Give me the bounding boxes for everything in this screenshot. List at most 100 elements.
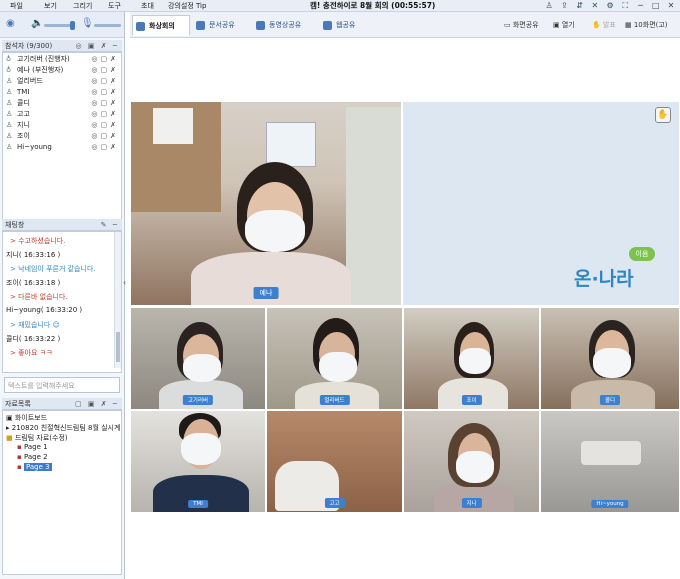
- participant-status-icons[interactable]: ◎▢✗: [91, 109, 119, 120]
- participant-row[interactable]: ♁ 예나 (부진행자) ◎▢✗: [3, 65, 121, 76]
- user-icon: ♙: [6, 143, 13, 151]
- menu-view[interactable]: 보기: [44, 1, 57, 11]
- menu-bar: 파일 보기 그리기 도구 초대 강의설정 Tip 캠! 충전하이로 8월 회의 …: [0, 0, 680, 12]
- user-icon: ♙: [6, 132, 13, 140]
- tree-item-folder[interactable]: ■ 드림팀 자료(수정): [6, 433, 68, 443]
- open-label: 열기: [561, 21, 575, 29]
- participant-status-icons[interactable]: ◎▢✗: [91, 131, 119, 142]
- participant-name: 고고: [17, 110, 30, 118]
- tree-item-whiteboard[interactable]: ▣ 화이트보드: [6, 413, 47, 423]
- participant-video[interactable]: Hi~young: [540, 410, 680, 513]
- calendar: [153, 108, 193, 144]
- screen-share-button[interactable]: ▭ 화면공유: [504, 20, 539, 30]
- menu-draw[interactable]: 그리기: [73, 1, 92, 11]
- brand-logo: 온·나라: [574, 268, 634, 290]
- speaker-icon[interactable]: 🔈: [31, 18, 43, 29]
- open-button[interactable]: ▣ 열기: [553, 20, 575, 30]
- hand-icon[interactable]: ✋: [655, 107, 671, 123]
- left-panel: ◉ 🔈 🎙 참석자 (9/300) ◎ ▣ ✗ ─ ♁ 고기러버 (진행자) ◎▢✗…: [0, 12, 125, 579]
- upload-icon[interactable]: ⇪: [559, 1, 569, 10]
- user-icon: ♙: [6, 110, 13, 118]
- face-mask: [456, 451, 494, 483]
- record-icon[interactable]: ⇵: [575, 1, 585, 10]
- video-scene: [267, 411, 402, 512]
- chat-message: > 다른바 없습니다.: [10, 293, 68, 301]
- chat-input[interactable]: 텍스트를 입력해주세요: [4, 377, 120, 393]
- participant-status-icons[interactable]: ◎▢✗: [91, 54, 119, 65]
- participant-status-icons[interactable]: ◎▢✗: [91, 98, 119, 109]
- tree-item-page[interactable]: ▪ Page 2: [17, 453, 48, 461]
- video-scene: [131, 102, 401, 305]
- tree-item-page[interactable]: ▪ Page 1: [17, 443, 48, 451]
- participant-status-icons[interactable]: ◎▢✗: [91, 76, 119, 87]
- materials-header-icons[interactable]: ▢ ▣ ✗ ─: [75, 398, 119, 410]
- chat-sender: 콜디( 16:33:22 ): [6, 335, 61, 343]
- maximize-icon[interactable]: □: [651, 1, 661, 10]
- participant-name: 지니: [17, 121, 30, 129]
- materials-header: 자료목록 ▢ ▣ ✗ ─: [2, 398, 122, 410]
- minimize-icon[interactable]: ─: [636, 1, 646, 10]
- chat-scrollbar[interactable]: [114, 232, 121, 368]
- participant-row[interactable]: ♁ 고기러버 (진행자) ◎▢✗: [3, 54, 121, 65]
- participant-status-icons[interactable]: ◎▢✗: [91, 142, 119, 153]
- video-name-tag: 지니: [461, 498, 482, 508]
- participant-row[interactable]: ♙ 얼리버드 ◎▢✗: [3, 76, 121, 87]
- raise-hand-button[interactable]: ✋ 발표: [592, 20, 616, 30]
- chat-log: > 수고하셨습니다. 지니( 16:33:16 ) > 낙네임이 푸른거 같습니…: [2, 231, 122, 373]
- video-scene: [131, 411, 265, 512]
- video-scene: [267, 308, 402, 409]
- video-name-tag: 고고: [324, 498, 345, 508]
- tab-web-share[interactable]: 웹공유: [320, 15, 368, 36]
- menu-lecture-tip[interactable]: 강의설정 Tip: [168, 1, 206, 11]
- participant-row[interactable]: ♙ Hi~young ◎▢✗: [3, 142, 121, 153]
- menu-tools[interactable]: 도구: [108, 1, 121, 11]
- tab-document-share[interactable]: 문서공유: [193, 15, 249, 36]
- mic-volume-slider[interactable]: [94, 24, 121, 27]
- tab-video-share[interactable]: 동영상공유: [253, 15, 316, 36]
- close-icon[interactable]: ✕: [666, 1, 676, 10]
- participant-status-icons[interactable]: ◎▢✗: [91, 120, 119, 131]
- participant-video[interactable]: 고고: [266, 410, 403, 513]
- camera-icon[interactable]: ◉: [6, 18, 15, 29]
- fullscreen-icon[interactable]: ⛶: [620, 1, 630, 11]
- participant-video[interactable]: 얼리버드: [266, 307, 403, 410]
- menu-invite[interactable]: 초대: [141, 1, 154, 11]
- collapse-panel-icon[interactable]: ‹: [123, 278, 126, 287]
- face-mask: [319, 352, 357, 382]
- web-icon: [323, 20, 332, 30]
- participant-row[interactable]: ♙ 조이 ◎▢✗: [3, 131, 121, 142]
- tools-icon[interactable]: ✕: [590, 1, 600, 10]
- video-scene: [404, 411, 539, 512]
- participant-video[interactable]: TMI: [130, 410, 266, 513]
- participant-row[interactable]: ♙ 콜디 ◎▢✗: [3, 98, 121, 109]
- main-video[interactable]: 예나: [130, 101, 402, 306]
- menu-file[interactable]: 파일: [10, 1, 23, 11]
- participant-video[interactable]: 지니: [403, 410, 540, 513]
- participants-title: 참석자 (9/300): [5, 42, 53, 50]
- participant-row[interactable]: ♙ TMI ◎▢✗: [3, 87, 121, 98]
- participants-header-icons[interactable]: ◎ ▣ ✗ ─: [76, 40, 119, 52]
- chat-header-icons[interactable]: ✎ ─: [101, 219, 119, 231]
- participant-status-icons[interactable]: ◎▢✗: [91, 65, 119, 76]
- tree-item-page-selected[interactable]: ▪ Page 3: [17, 463, 52, 471]
- participant-video[interactable]: 조이: [403, 307, 540, 410]
- person-body: [438, 378, 508, 409]
- tree-item-document[interactable]: ▸ 210820 친절혁신드림팀 8월 실시계: [6, 423, 120, 433]
- video-name-tag: 조이: [461, 395, 482, 405]
- participant-row[interactable]: ♙ 지니 ◎▢✗: [3, 120, 121, 131]
- speaker-volume-knob[interactable]: [70, 21, 75, 30]
- participant-video[interactable]: 고기러버: [130, 307, 266, 410]
- ceiling-light: [581, 441, 641, 465]
- participant-video[interactable]: 콜디: [540, 307, 680, 410]
- chat-message: > 재밌습니다 ☺: [10, 321, 60, 329]
- layout-button[interactable]: ▦ 10화면(고): [625, 20, 668, 30]
- tab-video-conference[interactable]: 화상회의: [132, 15, 190, 36]
- people-icon[interactable]: ♙: [544, 1, 554, 10]
- participant-row[interactable]: ♙ 고고 ◎▢✗: [3, 109, 121, 120]
- tree-item-label: Page 3: [23, 463, 52, 471]
- video-name-tag: 콜디: [599, 395, 621, 405]
- mic-icon[interactable]: 🎙: [81, 18, 94, 29]
- participant-status-icons[interactable]: ◎▢✗: [91, 87, 119, 98]
- settings-icon[interactable]: ⚙: [605, 1, 615, 10]
- chat-scroll-thumb[interactable]: [116, 332, 120, 362]
